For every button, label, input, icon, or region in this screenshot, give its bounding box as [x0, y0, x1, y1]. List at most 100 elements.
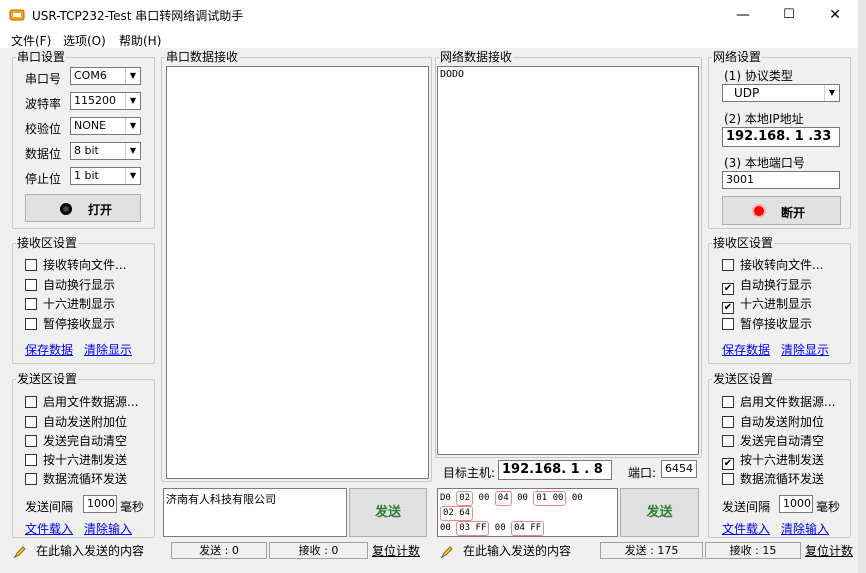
left-save-data-link[interactable]: 保存数据 [25, 341, 73, 358]
right-reset-count-button[interactable]: 复位计数 [805, 542, 853, 562]
left-interval-input[interactable]: 1000 [83, 495, 117, 513]
right-hex-display-checkbox[interactable]: ✔ 十六进制显示 [722, 298, 812, 314]
right-save-data-link[interactable]: 保存数据 [722, 341, 770, 358]
port-select[interactable]: COM6 ▼ [70, 67, 141, 85]
open-port-button[interactable]: 打开 [25, 194, 141, 222]
radio-button-icon [60, 203, 72, 215]
parity-select[interactable]: NONE ▼ [70, 117, 141, 135]
net-send-button[interactable]: 发送 [620, 488, 699, 537]
net-send-line-2: 00 03 FF 00 04 FF [440, 521, 615, 536]
stopbits-select[interactable]: 1 bit ▼ [70, 167, 141, 185]
right-hex-send-checkbox[interactable]: ✔ 按十六进制发送 [722, 454, 824, 470]
left-clear-input-link[interactable]: 清除输入 [84, 520, 132, 537]
left-pause-display-checkbox[interactable]: 暂停接收显示 [25, 318, 115, 331]
menu-help[interactable]: 帮助(H) [119, 32, 161, 49]
pencil-hint-icon [13, 546, 26, 559]
left-file-source-checkbox[interactable]: 启用文件数据源... [25, 396, 138, 409]
app-window: USR-TCP232-Test 串口转网络调试助手 — ☐ ✕ 文件(F) 选项… [0, 0, 858, 573]
right-interval-input[interactable]: 1000 [779, 495, 813, 513]
left-interval-label: 发送间隔 [25, 500, 74, 514]
checkmark-icon: ✔ [722, 458, 734, 470]
hex-byte: 02 [443, 508, 454, 518]
chevron-down-icon: ▼ [125, 118, 140, 134]
target-host-input[interactable]: 192.168. 1 . 8 [498, 460, 612, 480]
hex-byte: 64 [459, 508, 471, 518]
right-recv-to-file-checkbox[interactable]: 接收转向文件... [722, 259, 823, 272]
left-send-title: 发送区设置 [16, 372, 79, 386]
local-ip-label: (2) 本地IP地址 [724, 112, 804, 126]
left-receive-title: 接收区设置 [16, 236, 79, 250]
right-interval-label: 发送间隔 [722, 500, 771, 514]
right-interval-unit: 毫秒 [816, 500, 841, 514]
menu-file[interactable]: 文件(F) [11, 32, 51, 49]
open-port-label: 打开 [88, 203, 113, 217]
target-port-input[interactable]: 6454 [661, 460, 697, 478]
left-hex-display-checkbox[interactable]: 十六进制显示 [25, 298, 115, 311]
right-pause-display-checkbox[interactable]: 暂停接收显示 [722, 318, 812, 331]
left-append-bit-checkbox[interactable]: 自动发送附加位 [25, 416, 127, 429]
menu-bar: 文件(F) 选项(O) 帮助(H) [0, 30, 858, 48]
local-port-label: (3) 本地端口号 [724, 156, 805, 170]
baud-select[interactable]: 115200 ▼ [70, 92, 141, 110]
disconnect-button[interactable]: 断开 [722, 196, 841, 225]
right-file-source-checkbox[interactable]: 启用文件数据源... [722, 396, 835, 409]
databits-select[interactable]: 8 bit ▼ [70, 142, 141, 160]
left-recv-count: 接收 : 0 [269, 542, 368, 559]
chevron-down-icon: ▼ [125, 68, 140, 84]
right-status-hint: 在此输入发送的内容 [463, 544, 572, 558]
hex-byte: 00 [517, 493, 528, 503]
chevron-down-icon: ▼ [824, 85, 839, 101]
left-auto-wrap-checkbox[interactable]: 自动换行显示 [25, 279, 115, 292]
left-load-file-link[interactable]: 文件载入 [25, 520, 73, 537]
chevron-down-icon: ▼ [125, 168, 140, 184]
maximize-button[interactable]: ☐ [766, 0, 812, 30]
hex-byte: 00 [571, 493, 583, 503]
right-loop-send-checkbox[interactable]: 数据流循环发送 [722, 473, 824, 486]
left-loop-send-checkbox[interactable]: 数据流循环发送 [25, 473, 127, 486]
chevron-down-icon: ▼ [125, 93, 140, 109]
disconnect-label: 断开 [781, 206, 806, 220]
serial-send-input[interactable]: 济南有人科技有限公司 [163, 488, 347, 537]
right-append-bit-checkbox[interactable]: 自动发送附加位 [722, 416, 824, 429]
left-status-hint: 在此输入发送的内容 [36, 544, 145, 558]
local-ip-input[interactable]: 192.168. 1 .33 [722, 127, 840, 147]
right-clear-input-link[interactable]: 清除输入 [781, 520, 829, 537]
net-send-input[interactable]: D0 02 00 04 00 01 00 00 02 64 00 03 FF 0… [437, 488, 618, 537]
title-bar: USR-TCP232-Test 串口转网络调试助手 — ☐ ✕ [0, 0, 858, 30]
serial-receive-title: 串口数据接收 [165, 50, 240, 64]
serial-send-button[interactable]: 发送 [349, 488, 427, 537]
hex-byte: 00 [552, 493, 564, 503]
net-receive-area[interactable]: DODO [437, 66, 699, 455]
pencil-hint-icon [440, 546, 453, 559]
right-receive-title: 接收区设置 [712, 236, 775, 250]
left-recv-to-file-checkbox[interactable]: 接收转向文件... [25, 259, 126, 272]
hex-byte: 04 [514, 523, 525, 533]
net-send-line-1: D0 02 00 04 00 01 00 00 02 64 [440, 491, 615, 521]
close-button[interactable]: ✕ [812, 0, 858, 30]
left-clear-display-link[interactable]: 清除显示 [84, 341, 132, 358]
hex-byte: FF [475, 523, 487, 533]
window-title: USR-TCP232-Test 串口转网络调试助手 [32, 9, 244, 23]
right-auto-wrap-checkbox[interactable]: ✔ 自动换行显示 [722, 279, 812, 295]
menu-options[interactable]: 选项(O) [63, 32, 106, 49]
serial-receive-area[interactable] [166, 66, 429, 479]
checkmark-icon: ✔ [722, 283, 734, 295]
local-port-input[interactable]: 3001 [722, 171, 840, 189]
left-reset-count-button[interactable]: 复位计数 [372, 542, 420, 562]
minimize-button[interactable]: — [720, 0, 766, 30]
parity-label: 校验位 [25, 122, 62, 136]
window-edge [858, 0, 866, 573]
hex-byte: 00 [478, 493, 490, 503]
stopbits-label: 停止位 [25, 172, 62, 186]
protocol-select[interactable]: UDP ▼ [722, 84, 840, 102]
hex-byte: 01 [536, 493, 548, 503]
right-clear-display-link[interactable]: 清除显示 [781, 341, 829, 358]
left-hex-send-checkbox[interactable]: 按十六进制发送 [25, 454, 127, 467]
left-auto-clear-checkbox[interactable]: 发送完自动清空 [25, 435, 127, 448]
protocol-label: (1) 协议类型 [724, 69, 793, 83]
target-port-label: 端口: [628, 466, 657, 480]
checkmark-icon: ✔ [722, 302, 734, 314]
right-load-file-link[interactable]: 文件载入 [722, 520, 770, 537]
serial-settings-title: 串口设置 [16, 50, 67, 64]
right-auto-clear-checkbox[interactable]: 发送完自动清空 [722, 435, 824, 448]
